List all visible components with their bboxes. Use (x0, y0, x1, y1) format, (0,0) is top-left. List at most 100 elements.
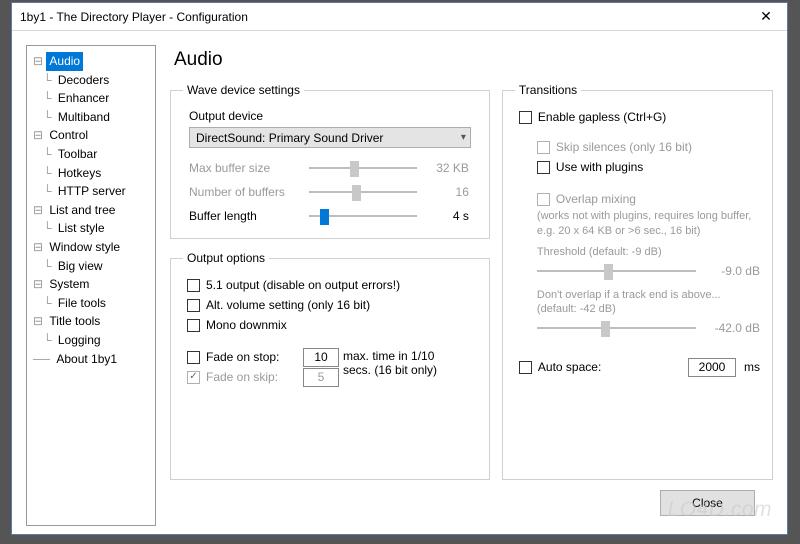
autospace-checkbox[interactable] (519, 361, 532, 374)
page-title: Audio (174, 49, 773, 71)
tree-branch-icon: └ (33, 164, 55, 183)
tree-branch-icon: └ (33, 71, 55, 90)
wave-legend: Wave device settings (183, 83, 304, 97)
tree-item-label: File tools (55, 294, 109, 313)
tree-branch-icon: ⊟ (33, 126, 46, 145)
skipsil-checkbox (537, 141, 550, 154)
trans-legend: Transitions (515, 83, 581, 97)
tree-item-list-and-tree[interactable]: ⊟ List and tree (33, 201, 151, 220)
overlap-label: Overlap mixing (556, 192, 636, 206)
output-device-value: DirectSound: Primary Sound Driver (196, 131, 383, 145)
tree-item-label: List style (55, 219, 108, 238)
buflen-label: Buffer length (189, 209, 309, 223)
numbuf-value: 16 (417, 185, 477, 199)
tree-item-title-tools[interactable]: ⊟ Title tools (33, 312, 151, 331)
transitions-group: Transitions Enable gapless (Ctrl+G) Skip… (502, 83, 773, 480)
tree-item-logging[interactable]: └ Logging (33, 331, 151, 350)
tree-branch-icon: └ (33, 182, 55, 201)
tree-item-control[interactable]: ⊟ Control (33, 126, 151, 145)
autospace-label: Auto space: (538, 360, 601, 374)
tree-item-label: Multiband (55, 108, 113, 127)
mono-checkbox[interactable] (187, 319, 200, 332)
numbuf-row: Number of buffers 16 (183, 180, 477, 204)
tree-branch-icon: └ (33, 89, 55, 108)
output-legend: Output options (183, 251, 269, 265)
fadestop-checkbox[interactable] (187, 351, 200, 364)
overlap-checkbox (537, 193, 550, 206)
tree-item-audio[interactable]: ⊟ Audio (33, 52, 151, 71)
tree-branch-icon: ⊟ (33, 275, 46, 294)
tree-branch-icon: ⊟ (33, 201, 46, 220)
tree-item-label: Hotkeys (55, 164, 104, 183)
fadestop-label: Fade on stop: (206, 350, 279, 364)
tree-item-label: List and tree (46, 201, 118, 220)
tree-item-enhancer[interactable]: └ Enhancer (33, 89, 151, 108)
output-options-group: Output options 5.1 output (disable on ou… (170, 251, 490, 480)
autospace-input[interactable]: 2000 (688, 358, 736, 377)
thresh-value: -9.0 dB (702, 264, 760, 278)
tree-branch-icon: ── (33, 350, 53, 369)
skipsil-label: Skip silences (only 16 bit) (556, 140, 692, 154)
altvol-label: Alt. volume setting (only 16 bit) (206, 298, 370, 312)
fade-hint2: secs. (16 bit only) (343, 363, 437, 377)
mono-label: Mono downmix (206, 318, 287, 332)
tree-branch-icon: └ (33, 108, 55, 127)
fade-hint1: max. time in 1/10 (343, 349, 437, 363)
tree-item-label: Window style (46, 238, 123, 257)
tree-item-label: Big view (55, 257, 106, 276)
tree-item-label: Logging (55, 331, 104, 350)
tree-item-label: Audio (46, 52, 83, 71)
fadestop-input[interactable]: 10 (303, 348, 339, 367)
tree-item-label: Toolbar (55, 145, 100, 164)
tree-item-label: Decoders (55, 71, 112, 90)
dont-label: Don't overlap if a track end is above...… (515, 288, 760, 318)
close-icon[interactable]: ✕ (745, 3, 787, 30)
output-device-label: Output device (189, 109, 477, 123)
chevron-down-icon: ▾ (461, 132, 466, 143)
tree-branch-icon: └ (33, 294, 55, 313)
gapless-checkbox[interactable] (519, 111, 532, 124)
numbuf-label: Number of buffers (189, 185, 309, 199)
numbuf-slider (309, 184, 417, 200)
tree-branch-icon: ⊟ (33, 52, 46, 71)
plugins-checkbox[interactable] (537, 161, 550, 174)
fadeskip-input: 5 (303, 368, 339, 387)
tree-branch-icon: └ (33, 331, 55, 350)
nav-tree[interactable]: ⊟ Audio └ Decoders └ Enhancer └ Multiban… (26, 45, 156, 526)
tree-branch-icon: └ (33, 145, 55, 164)
maxbuf-row: Max buffer size 32 KB (183, 156, 477, 180)
tree-item-file-tools[interactable]: └ File tools (33, 294, 151, 313)
close-button[interactable]: Close (660, 490, 755, 516)
opt51-checkbox[interactable] (187, 279, 200, 292)
altvol-checkbox[interactable] (187, 299, 200, 312)
tree-item-label: Control (46, 126, 91, 145)
tree-item-label: Enhancer (55, 89, 112, 108)
fadeskip-label: Fade on skip: (206, 370, 278, 384)
tree-branch-icon: └ (33, 257, 55, 276)
tree-item-system[interactable]: ⊟ System (33, 275, 151, 294)
fadeskip-checkbox: ✓ (187, 371, 200, 384)
buflen-slider[interactable] (309, 208, 417, 224)
tree-item-hotkeys[interactable]: └ Hotkeys (33, 164, 151, 183)
tree-item-decoders[interactable]: └ Decoders (33, 71, 151, 90)
titlebar[interactable]: 1by1 - The Directory Player - Configurat… (12, 3, 787, 31)
tree-item-multiband[interactable]: └ Multiband (33, 108, 151, 127)
tree-item-label: System (46, 275, 92, 294)
thresh-slider (537, 263, 696, 279)
tree-item-toolbar[interactable]: └ Toolbar (33, 145, 151, 164)
thresh-label: Threshold (default: -9 dB) (515, 245, 760, 260)
opt51-label: 5.1 output (disable on output errors!) (206, 278, 400, 292)
gapless-label: Enable gapless (Ctrl+G) (538, 110, 666, 124)
dont-slider (537, 320, 696, 336)
tree-item-http-server[interactable]: └ HTTP server (33, 182, 151, 201)
plugins-label: Use with plugins (556, 160, 643, 174)
tree-item-big-view[interactable]: └ Big view (33, 257, 151, 276)
config-window: 1by1 - The Directory Player - Configurat… (11, 2, 788, 535)
tree-item-about-1by1[interactable]: ── About 1by1 (33, 350, 151, 369)
output-device-select[interactable]: DirectSound: Primary Sound Driver ▾ (189, 127, 471, 148)
tree-item-list-style[interactable]: └ List style (33, 219, 151, 238)
maxbuf-slider (309, 160, 417, 176)
tree-item-window-style[interactable]: ⊟ Window style (33, 238, 151, 257)
autospace-unit: ms (744, 360, 760, 374)
maxbuf-label: Max buffer size (189, 161, 309, 175)
